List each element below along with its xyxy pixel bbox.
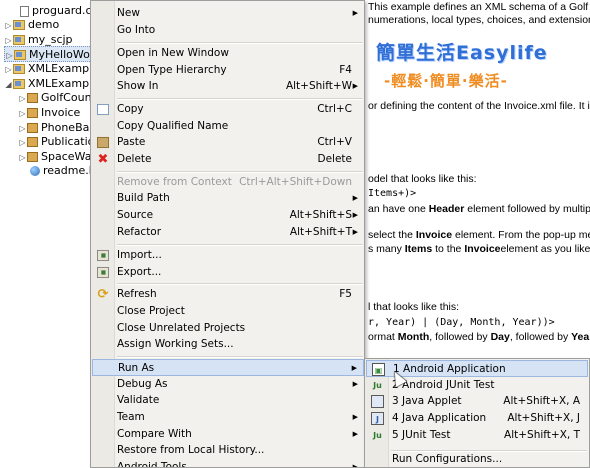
editor-text: This example defines an XML schema of a … (368, 1, 590, 13)
folder-icon (27, 152, 38, 162)
menu-item-run-configurations[interactable]: Run Configurations... (366, 451, 588, 467)
submenu-arrow-icon: ▶ (352, 82, 358, 90)
folder-icon (27, 123, 38, 133)
logo-title: 簡單生活Easylife (376, 42, 548, 64)
expand-icon[interactable]: ▷ (18, 150, 27, 166)
editor-text: select the Invoice element. From the pop… (368, 229, 590, 241)
menu-item-delete[interactable]: ✖ Delete Delete (92, 151, 364, 168)
junit-icon: Ju (373, 381, 382, 390)
tree-item-publications[interactable]: ▷Publications (18, 134, 92, 150)
editor-code: Items+)> (368, 188, 417, 199)
menu-separator (117, 356, 363, 358)
project-icon (14, 50, 26, 60)
copy-icon (97, 103, 109, 116)
submenu-arrow-icon: ▶ (352, 380, 358, 388)
menu-item-run-as[interactable]: Run As ▶ (92, 359, 364, 376)
menu-item-debug-as[interactable]: Debug As ▶ (92, 376, 364, 393)
editor-code: r, Year) | (Day, Month, Year))> (368, 317, 555, 328)
menu-item-remove-from-context[interactable]: Remove from Context Ctrl+Alt+Shift+Down (92, 174, 364, 191)
submenu-arrow-icon: ▶ (352, 413, 358, 421)
menu-separator (117, 98, 363, 100)
android-app-icon: ▣ (372, 363, 385, 376)
tree-item-myhelloworld[interactable]: ▷MyHelloWorld (4, 46, 92, 62)
menu-item-open-in-new-window[interactable]: Open in New Window (92, 45, 364, 62)
menu-item-close-project[interactable]: Close Project (92, 303, 364, 320)
submenu-arrow-icon: ▶ (352, 463, 358, 468)
menu-item-team[interactable]: Team ▶ (92, 409, 364, 426)
menu-item-java-application[interactable]: J 4 Java Application Alt+Shift+X, J (366, 410, 588, 427)
editor-text: ormat Month, followed by Day, followed b… (368, 331, 590, 343)
submenu-arrow-icon: ▶ (352, 194, 358, 202)
menu-item-new[interactable]: New ▶ (92, 5, 364, 22)
menu-separator (117, 244, 363, 246)
menu-item-import[interactable]: Import... (92, 247, 364, 264)
menu-item-restore-from-local-history[interactable]: Restore from Local History... (92, 442, 364, 459)
folder-icon (27, 108, 38, 118)
menu-item-compare-with[interactable]: Compare With ▶ (92, 426, 364, 443)
tree-item-readme[interactable]: readme.htm (30, 163, 92, 179)
menu-item-refresh[interactable]: ⟳ Refresh F5 (92, 286, 364, 303)
editor-text: l that looks like this: (368, 301, 460, 313)
tree-item-xmlexample-1[interactable]: ▷ XMLExample (4, 61, 92, 77)
menu-separator (117, 283, 363, 285)
menu-item-validate[interactable]: Validate (92, 392, 364, 409)
submenu-arrow-icon: ▶ (352, 9, 358, 17)
editor-text: numerations, local types, choices, and e… (368, 14, 590, 26)
refresh-icon: ⟳ (97, 287, 109, 302)
menu-item-assign-working-sets[interactable]: Assign Working Sets... (92, 336, 364, 353)
context-menu: New ▶ Go Into Open in New Window Open Typ… (90, 0, 365, 468)
menu-item-go-into[interactable]: Go Into (92, 22, 364, 39)
menu-separator (117, 171, 363, 173)
menu-item-paste[interactable]: Paste Ctrl+V (92, 134, 364, 151)
menu-item-copy-qualified-name[interactable]: Copy Qualified Name (92, 118, 364, 135)
folder-icon (27, 93, 38, 103)
project-icon (13, 35, 25, 45)
tree-item-golfcount[interactable]: ▷ GolfCount (18, 90, 92, 106)
menu-item-build-path[interactable]: Build Path ▶ (92, 190, 364, 207)
editor-text: odel that looks like this: (368, 173, 477, 185)
package-explorer-tree: proguard.cfg ▷demo ▷my_scjp ▷MyHelloWorl… (0, 0, 92, 468)
menu-item-show-in[interactable]: Show In Alt+Shift+W ▶ (92, 78, 364, 95)
menu-item-android-tools[interactable]: Android Tools ▶ (92, 459, 364, 468)
editor-text: an have one Header element followed by m… (368, 203, 590, 215)
junit-icon: Ju (373, 431, 382, 440)
project-icon (13, 79, 25, 89)
logo-tagline: -輕鬆·簡單·樂活- (384, 72, 508, 90)
tree-item-invoice[interactable]: ▷ Invoice (18, 105, 80, 121)
editor-text: s many Items to the Invoiceelement as yo… (368, 243, 590, 255)
tree-item-demo[interactable]: ▷ demo (4, 17, 59, 33)
import-icon (97, 249, 109, 262)
applet-icon (371, 395, 384, 408)
submenu-arrow-icon: ▶ (352, 430, 358, 438)
menu-item-source[interactable]: Source Alt+Shift+S ▶ (92, 207, 364, 224)
submenu-arrow-icon: ▶ (352, 228, 358, 236)
project-icon (13, 20, 25, 30)
project-icon (13, 64, 25, 74)
file-icon (20, 5, 29, 17)
menu-item-junit-test[interactable]: Ju 5 JUnit Test Alt+Shift+X, T (366, 427, 588, 444)
menu-separator (117, 42, 363, 44)
submenu-arrow-icon: ▶ (351, 364, 357, 372)
menu-item-copy[interactable]: Copy Ctrl+C (92, 101, 364, 118)
menu-item-open-type-hierarchy[interactable]: Open Type Hierarchy F4 (92, 62, 364, 79)
collapse-icon[interactable]: ◢ (4, 77, 13, 93)
menu-item-java-applet[interactable]: 3 Java Applet Alt+Shift+X, A (366, 393, 588, 410)
menu-item-export[interactable]: Export... (92, 264, 364, 281)
submenu-arrow-icon: ▶ (352, 211, 358, 219)
easylife-logo: 簡單生活Easylife -輕鬆·簡單·樂活- (376, 38, 586, 108)
web-file-icon (30, 166, 40, 176)
delete-icon: ✖ (97, 152, 109, 167)
paste-icon (97, 136, 109, 149)
export-icon (97, 266, 109, 279)
java-app-icon: J (371, 412, 384, 425)
folder-icon (27, 137, 38, 147)
menu-item-close-unrelated-projects[interactable]: Close Unrelated Projects (92, 320, 364, 337)
menu-item-refactor[interactable]: Refactor Alt+Shift+T ▶ (92, 224, 364, 241)
